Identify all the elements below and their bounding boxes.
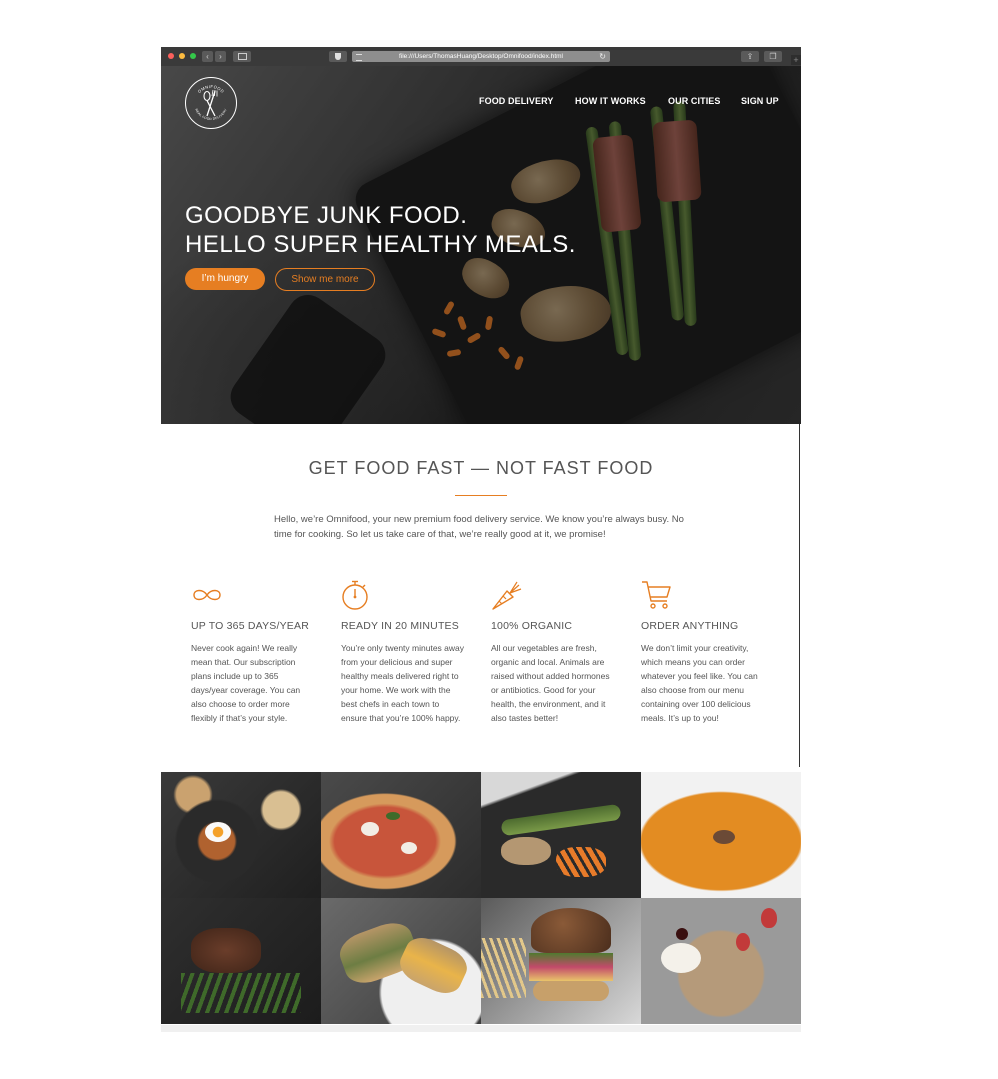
hero-section: OMNIFOOD REAL FOOD DELIVERY Food deliver… <box>161 66 801 424</box>
hero-title-line-2: Hello super healthy meals. <box>185 231 576 258</box>
feature-title: Order anything <box>641 620 739 632</box>
carrot-icon <box>492 581 522 610</box>
bibimbap-photo[interactable] <box>161 772 321 898</box>
carrots <box>556 847 606 877</box>
stopwatch-icon <box>342 580 368 610</box>
feature-text: You’re only twenty minutes away from you… <box>341 643 465 723</box>
page-edge-line <box>799 424 800 767</box>
maximize-window-button[interactable] <box>190 53 196 59</box>
intro-paragraph: Hello, we’re Omnifood, your new premium … <box>274 514 684 540</box>
address-bar[interactable]: file:///Users/ThomasHuang/Desktop/Omnifo… <box>352 51 610 62</box>
asparagus <box>500 803 622 837</box>
burger-bun <box>531 908 611 953</box>
browser-toolbar: ‹ › file:///Users/ThomasHuang/Desktop/Om… <box>161 47 801 67</box>
sidebar-button[interactable] <box>233 51 251 62</box>
nav-how-it-works[interactable]: How it works <box>575 96 646 106</box>
nav-sign-up[interactable]: Sign up <box>741 96 779 106</box>
hero-title-line-1: Goodbye junk food. <box>185 202 468 229</box>
hero-title: Goodbye junk food. Hello super healthy m… <box>185 201 576 259</box>
chicken-asparagus-photo[interactable] <box>481 772 641 898</box>
share-button[interactable]: ⇪ <box>741 51 759 62</box>
basil-leaf <box>386 812 400 820</box>
strawberry <box>761 908 777 928</box>
pumpkin-soup-photo[interactable] <box>641 772 801 898</box>
steak <box>191 928 261 973</box>
sidebar-icon <box>237 53 247 60</box>
url-text: file:///Users/ThomasHuang/Desktop/Omnifo… <box>398 53 563 60</box>
section-title: Get food fast — not fast food <box>308 458 654 478</box>
forward-button[interactable]: › <box>215 51 226 62</box>
steak-beans-photo[interactable] <box>161 898 321 1024</box>
share-icon: ⇪ <box>746 52 754 61</box>
soup-topping <box>713 830 735 844</box>
minimize-window-button[interactable] <box>179 53 185 59</box>
show-me-more-button[interactable]: Show me more <box>275 268 375 291</box>
strawberry <box>736 933 750 951</box>
new-tab-button[interactable]: + <box>791 55 801 65</box>
logo-top-text: OMNIFOOD <box>197 84 225 94</box>
burger-photo[interactable] <box>481 898 641 1024</box>
yogurt <box>661 943 701 973</box>
feature-title: Ready in 20 minutes <box>341 620 459 632</box>
tabs-icon: ❐ <box>769 52 777 61</box>
meals-gallery <box>161 772 801 1025</box>
fork-spoon-icon: OMNIFOOD REAL FOOD DELIVERY <box>194 84 227 121</box>
mozzarella <box>401 842 417 854</box>
infinity-icon <box>193 589 221 601</box>
close-window-button[interactable] <box>168 53 174 59</box>
fries <box>481 938 526 998</box>
pizza-photo[interactable] <box>321 772 481 898</box>
tabs-button[interactable]: ❐ <box>764 51 782 62</box>
burger-filling <box>529 953 613 981</box>
feature-text: Never cook again! We really mean that. O… <box>191 643 301 723</box>
omnifood-logo[interactable]: OMNIFOOD REAL FOOD DELIVERY <box>185 77 237 129</box>
im-hungry-button[interactable]: I’m hungry <box>185 268 265 290</box>
mozzarella <box>361 822 379 836</box>
chicken-piece <box>501 837 551 865</box>
feature-text: We don’t limit your creativity, which me… <box>641 643 758 723</box>
gallery-bottom-strip <box>161 1025 801 1032</box>
browser-window: ‹ › file:///Users/ThomasHuang/Desktop/Om… <box>161 47 801 1032</box>
sandwich-photo[interactable] <box>321 898 481 1024</box>
back-button[interactable]: ‹ <box>202 51 213 62</box>
granola-berries-photo[interactable] <box>641 898 801 1024</box>
feature-title: Up to 365 days/year <box>191 620 309 632</box>
feature-text: All our vegetables are fresh, organic an… <box>491 643 610 723</box>
green-beans <box>181 973 301 1013</box>
reload-icon[interactable]: ↻ <box>599 51 606 62</box>
burger-bottom-bun <box>533 981 609 1001</box>
fried-egg <box>205 822 231 842</box>
nav-food-delivery[interactable]: Food delivery <box>479 96 553 106</box>
svg-text:OMNIFOOD: OMNIFOOD <box>197 84 226 94</box>
cart-icon <box>642 581 671 609</box>
cherry <box>676 928 688 940</box>
nav-our-cities[interactable]: Our cities <box>668 96 721 106</box>
privacy-shield-icon[interactable] <box>329 51 347 62</box>
title-underline <box>455 495 507 496</box>
feature-title: 100% organic <box>491 620 573 632</box>
